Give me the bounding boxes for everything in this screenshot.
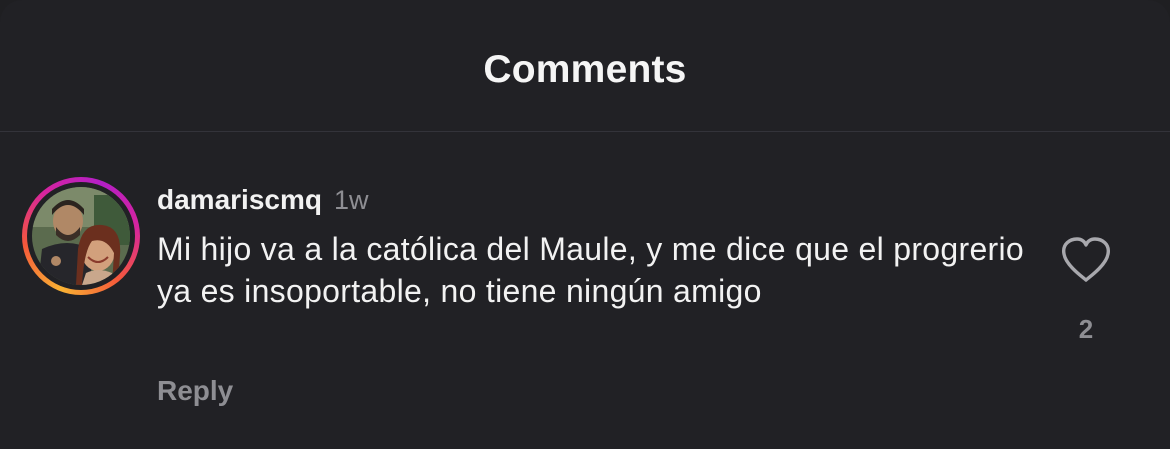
comment-text: Mi hijo va a la católica del Maule, y me… xyxy=(157,231,1025,309)
comment-item: damariscmq 1w Mi hijo va a la católica d… xyxy=(0,132,1170,449)
comment-header: damariscmq 1w xyxy=(157,184,368,216)
comments-sheet: Comments damariscmq 1w Mi hijo va a la c… xyxy=(0,0,1170,449)
timestamp: 1w xyxy=(333,185,369,215)
username[interactable]: damariscmq xyxy=(157,184,322,216)
like-count: 2 xyxy=(1078,314,1094,344)
reply-button[interactable]: Reply xyxy=(157,375,233,407)
page-title: Comments xyxy=(483,47,687,91)
avatar[interactable] xyxy=(22,177,140,295)
comments-header: Comments xyxy=(0,0,1170,132)
heart-outline-icon[interactable] xyxy=(1060,236,1112,284)
avatar-photo xyxy=(32,187,130,285)
